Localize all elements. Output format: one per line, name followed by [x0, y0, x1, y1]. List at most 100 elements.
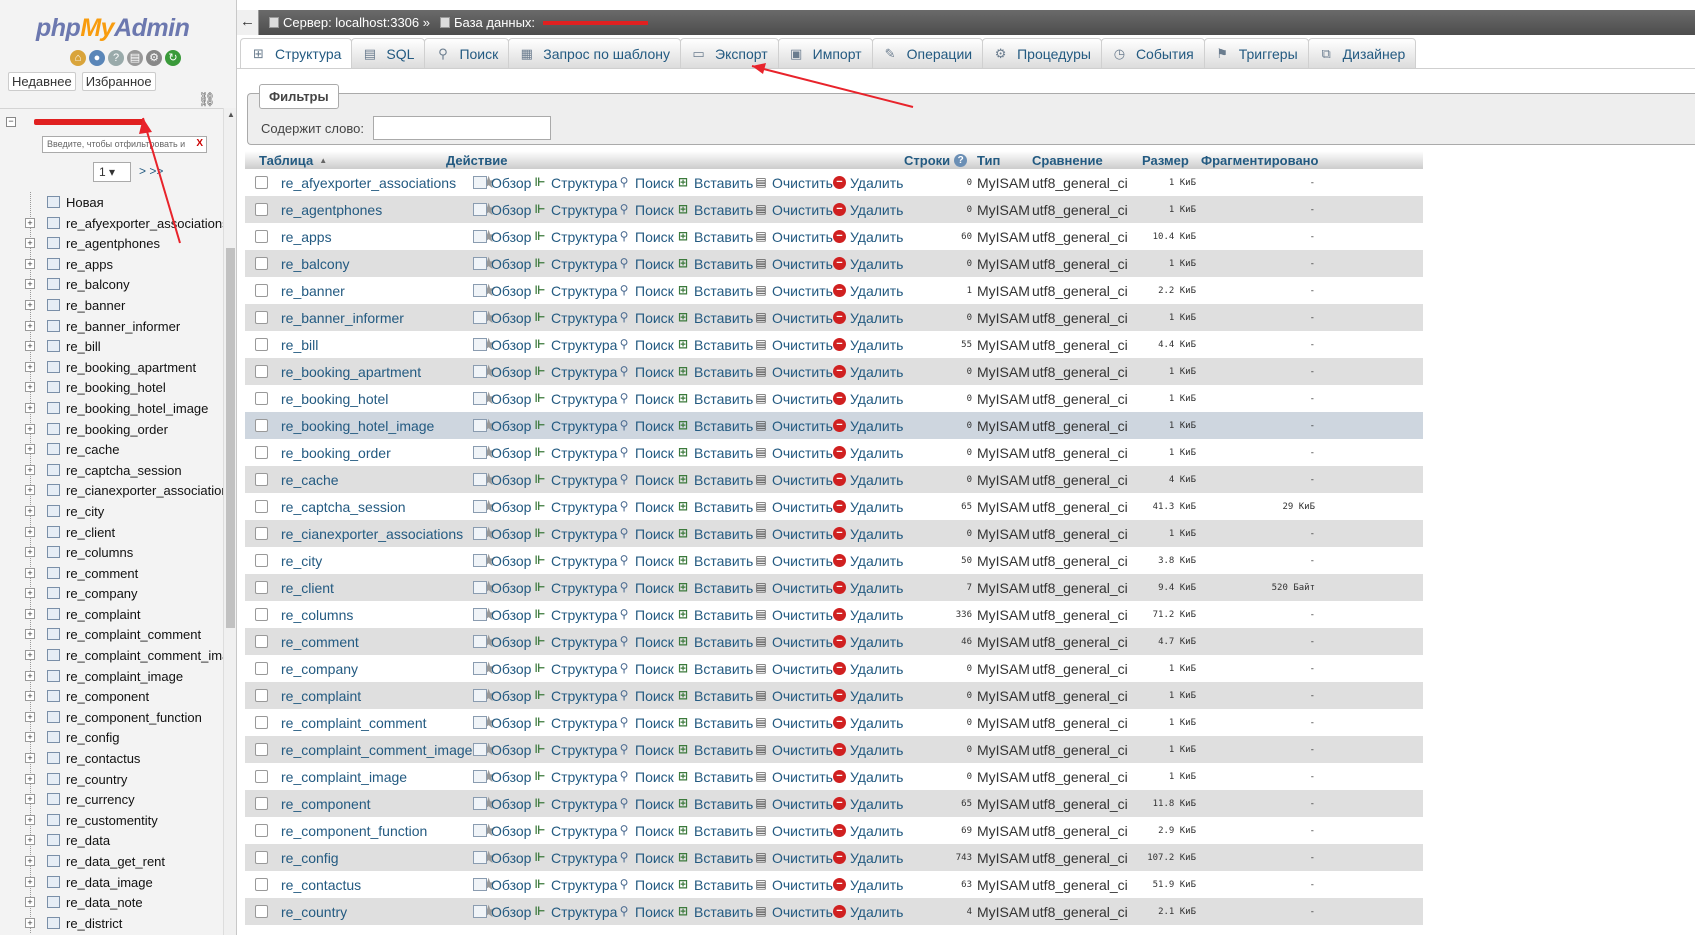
- drop-action[interactable]: − Удалить: [833, 844, 903, 871]
- structure-action[interactable]: ⊩ Структура: [533, 790, 618, 817]
- tree-item-table[interactable]: + re_data_note: [0, 892, 223, 913]
- table-size[interactable]: 1 КиБ: [1140, 709, 1196, 736]
- structure-action[interactable]: ⊩ Структура: [533, 412, 618, 439]
- structure-action[interactable]: ⊩ Структура: [533, 439, 618, 466]
- recent-tables-button[interactable]: Недавнее: [8, 72, 76, 91]
- empty-action[interactable]: ▤ Очистить: [754, 601, 833, 628]
- tree-item-table[interactable]: + re_booking_hotel: [0, 377, 223, 398]
- insert-action[interactable]: ⊞ Вставить: [676, 223, 753, 250]
- table-name-link[interactable]: re_balcony: [281, 250, 350, 277]
- structure-action[interactable]: ⊩ Структура: [533, 628, 618, 655]
- search-action[interactable]: ⚲ Поиск: [617, 493, 674, 520]
- engine-type[interactable]: MyISAM: [977, 817, 1030, 844]
- engine-type[interactable]: MyISAM: [977, 385, 1030, 412]
- header-table[interactable]: Таблица ▲: [259, 151, 327, 169]
- drop-action[interactable]: − Удалить: [833, 412, 903, 439]
- structure-action[interactable]: ⊩ Структура: [533, 898, 618, 925]
- tree-item-table[interactable]: + re_banner_informer: [0, 316, 223, 337]
- empty-action[interactable]: ▤ Очистить: [754, 736, 833, 763]
- expand-icon[interactable]: +: [25, 279, 35, 290]
- search-action[interactable]: ⚲ Поиск: [617, 439, 674, 466]
- tree-item-table[interactable]: + re_apps: [0, 254, 223, 275]
- insert-action[interactable]: ⊞ Вставить: [676, 466, 753, 493]
- drop-action[interactable]: − Удалить: [833, 628, 903, 655]
- tree-item-table[interactable]: + re_config: [0, 727, 223, 748]
- engine-type[interactable]: MyISAM: [977, 763, 1030, 790]
- table-row[interactable]: re_company ★ Обзор ⊩ Структура ⚲ Поиск ⊞ Вставит…: [245, 655, 1423, 682]
- table-name-link[interactable]: re_client: [281, 574, 334, 601]
- structure-action[interactable]: ⊩ Структура: [533, 250, 618, 277]
- table-row[interactable]: re_complaint ★ Обзор ⊩ Структура ⚲ Поиск ⊞ Встав…: [245, 682, 1423, 709]
- insert-action[interactable]: ⊞ Вставить: [676, 736, 753, 763]
- insert-action[interactable]: ⊞ Вставить: [676, 547, 753, 574]
- table-size[interactable]: 1 КиБ: [1140, 304, 1196, 331]
- search-action[interactable]: ⚲ Поиск: [617, 466, 674, 493]
- drop-action[interactable]: − Удалить: [833, 547, 903, 574]
- collation[interactable]: utf8_general_ci: [1032, 898, 1128, 925]
- empty-action[interactable]: ▤ Очистить: [754, 331, 833, 358]
- tree-item-table[interactable]: + re_booking_hotel_image: [0, 398, 223, 419]
- search-action[interactable]: ⚲ Поиск: [617, 277, 674, 304]
- sidebar-scrollbar[interactable]: ▲: [223, 108, 236, 935]
- search-action[interactable]: ⚲ Поиск: [617, 169, 674, 196]
- empty-action[interactable]: ▤ Очистить: [754, 655, 833, 682]
- table-name-link[interactable]: re_captcha_session: [281, 493, 406, 520]
- row-checkbox[interactable]: [255, 284, 268, 297]
- insert-action[interactable]: ⊞ Вставить: [676, 898, 753, 925]
- engine-type[interactable]: MyISAM: [977, 709, 1030, 736]
- browse-action[interactable]: Обзор: [473, 709, 531, 736]
- empty-action[interactable]: ▤ Очистить: [754, 709, 833, 736]
- drop-action[interactable]: − Удалить: [833, 871, 903, 898]
- tab-sql[interactable]: ▤ SQL: [351, 38, 426, 69]
- drop-action[interactable]: − Удалить: [833, 898, 903, 925]
- tab-events[interactable]: ◷ События: [1100, 38, 1205, 69]
- tab-wrench[interactable]: ✎ Операции: [871, 38, 984, 69]
- row-checkbox[interactable]: [255, 230, 268, 243]
- collation[interactable]: utf8_general_ci: [1032, 520, 1128, 547]
- expand-icon[interactable]: +: [25, 320, 35, 331]
- drop-action[interactable]: − Удалить: [833, 466, 903, 493]
- next-page-link[interactable]: > >>: [139, 164, 163, 178]
- expand-icon[interactable]: +: [25, 382, 35, 393]
- browse-action[interactable]: Обзор: [473, 331, 531, 358]
- collation[interactable]: utf8_general_ci: [1032, 385, 1128, 412]
- engine-type[interactable]: MyISAM: [977, 520, 1030, 547]
- search-action[interactable]: ⚲ Поиск: [617, 385, 674, 412]
- collation[interactable]: utf8_general_ci: [1032, 304, 1128, 331]
- search-action[interactable]: ⚲ Поиск: [617, 520, 674, 547]
- tree-item-table[interactable]: + re_district: [0, 913, 223, 934]
- row-checkbox[interactable]: [255, 311, 268, 324]
- structure-action[interactable]: ⊩ Структура: [533, 871, 618, 898]
- help-icon[interactable]: ?: [954, 153, 968, 167]
- drop-action[interactable]: − Удалить: [833, 223, 903, 250]
- tree-item-table[interactable]: + re_agentphones: [0, 233, 223, 254]
- engine-type[interactable]: MyISAM: [977, 898, 1030, 925]
- row-checkbox[interactable]: [255, 797, 268, 810]
- tree-item-table[interactable]: + re_complaint_comment: [0, 624, 223, 645]
- browse-action[interactable]: Обзор: [473, 385, 531, 412]
- header-size[interactable]: Размер: [1142, 151, 1189, 169]
- link-icon[interactable]: ⛓: [198, 91, 216, 108]
- structure-action[interactable]: ⊩ Структура: [533, 196, 618, 223]
- search-action[interactable]: ⚲ Поиск: [617, 763, 674, 790]
- expand-icon[interactable]: +: [25, 835, 35, 846]
- empty-action[interactable]: ▤ Очистить: [754, 277, 833, 304]
- expand-icon[interactable]: +: [25, 238, 35, 249]
- table-row[interactable]: re_booking_hotel_image ★ Обзор ⊩ Структура ⚲ П…: [245, 412, 1423, 439]
- expand-icon[interactable]: +: [25, 464, 35, 475]
- table-size[interactable]: 4.4 КиБ: [1140, 331, 1196, 358]
- row-checkbox[interactable]: [255, 365, 268, 378]
- table-size[interactable]: 1 КиБ: [1140, 736, 1196, 763]
- expand-icon[interactable]: +: [25, 753, 35, 764]
- expand-icon[interactable]: +: [25, 814, 35, 825]
- search-action[interactable]: ⚲ Поиск: [617, 331, 674, 358]
- table-size[interactable]: 41.3 КиБ: [1140, 493, 1196, 520]
- search-action[interactable]: ⚲ Поиск: [617, 304, 674, 331]
- structure-action[interactable]: ⊩ Структура: [533, 223, 618, 250]
- expand-icon[interactable]: +: [25, 856, 35, 866]
- page-select[interactable]: 1 ▾: [93, 162, 131, 182]
- expand-icon[interactable]: +: [25, 217, 35, 228]
- browse-action[interactable]: Обзор: [473, 574, 531, 601]
- table-name-link[interactable]: re_complaint_image: [281, 763, 407, 790]
- collation[interactable]: utf8_general_ci: [1032, 493, 1128, 520]
